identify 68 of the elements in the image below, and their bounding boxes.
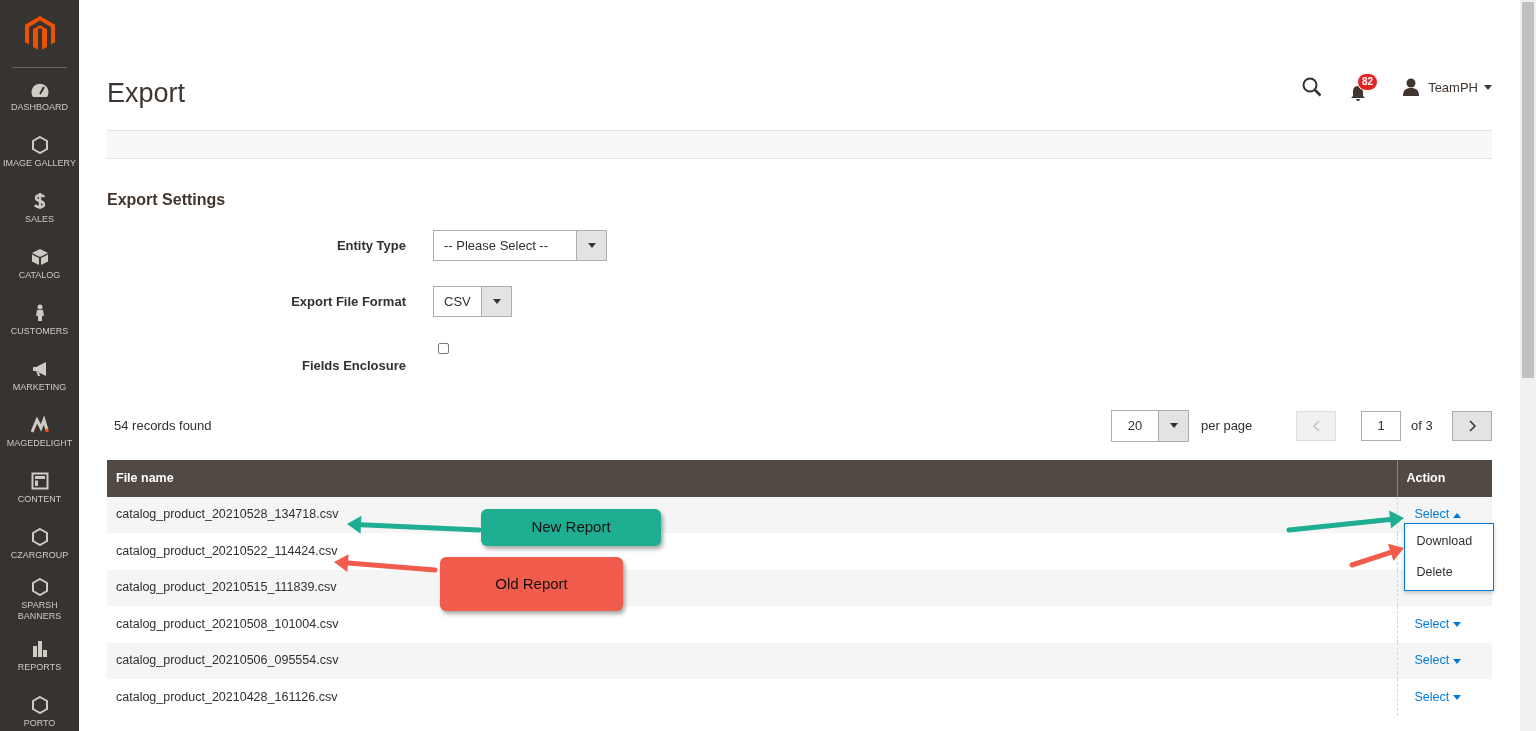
hexagon-icon [30, 578, 49, 597]
sidebar-item[interactable]: CATALOG [0, 236, 79, 292]
select-field[interactable]: CSV [433, 286, 512, 317]
scrollbar[interactable] [1520, 0, 1536, 731]
field-label: Export File Format [290, 292, 407, 311]
sidebar-item[interactable]: REPORTS [0, 628, 79, 684]
zigzag-icon [30, 415, 49, 434]
sidebar-item[interactable]: CONTENT [0, 460, 79, 516]
menu-item[interactable]: Download [1404, 525, 1493, 557]
per-page-select[interactable]: 20 [1111, 409, 1189, 442]
checkbox[interactable] [438, 343, 449, 354]
caret-icon [1452, 622, 1461, 628]
page-input[interactable]: 1 [1361, 410, 1401, 441]
sidebar-item[interactable]: SPARSH BANNERS [0, 572, 79, 628]
callout: New Report [481, 509, 661, 546]
menu-item[interactable]: Delete [1404, 556, 1493, 588]
file-name: catalog_product_20210428_161126.csv [116, 689, 338, 704]
caret-icon [1452, 512, 1461, 518]
megaphone-icon [30, 359, 49, 378]
logo-icon[interactable] [24, 16, 55, 51]
select-link[interactable]: Select [1414, 689, 1461, 704]
sidebar-item[interactable]: PORTO [0, 684, 79, 731]
sidebar-item[interactable]: CZARGROUP [0, 516, 79, 572]
notification-count: 82 [1357, 73, 1379, 91]
page-count: of 3 [1411, 416, 1434, 435]
hexagon-icon [30, 695, 49, 714]
user-icon [1402, 78, 1421, 97]
caret-icon [1452, 658, 1461, 664]
select-field[interactable]: -- Please Select -- [433, 230, 607, 261]
user-menu[interactable]: TeamPH [1402, 77, 1492, 97]
next-page-button[interactable] [1452, 410, 1492, 441]
sidebar-item[interactable]: SALES [0, 180, 79, 236]
arrow [1349, 543, 1404, 568]
notifications-button[interactable]: 82 [1350, 73, 1379, 102]
hexagon-icon [30, 527, 49, 546]
sidebar-item[interactable]: CUSTOMERS [0, 292, 79, 348]
field-label: Fields Enclosure [300, 357, 407, 375]
chevron-left-icon [1312, 419, 1320, 432]
hexagon-icon [30, 135, 49, 154]
file-name: catalog_product_20210506_095554.csv [116, 653, 339, 668]
caret-icon [587, 243, 596, 248]
per-page-label: per page [1201, 416, 1254, 435]
caret-icon [492, 299, 501, 304]
file-name: catalog_product_20210528_134718.csv [116, 507, 339, 522]
file-name: catalog_product_20210522_114424.csv [116, 543, 338, 558]
chevron-right-icon [1468, 419, 1476, 432]
section-title: Export Settings [107, 190, 227, 210]
page-title: Export [107, 80, 186, 107]
sidebar-item[interactable]: IMAGE GALLERY [0, 124, 79, 180]
column-header: File name [107, 459, 1397, 497]
sidebar-item[interactable]: DASHBOARD [0, 68, 79, 124]
select-link[interactable]: Select [1414, 616, 1461, 631]
field-label: Entity Type [335, 236, 407, 255]
caret-icon [1484, 84, 1492, 90]
file-name: catalog_product_20210508_101004.csv [116, 616, 339, 631]
file-name: catalog_product_20210515_111839.csv [116, 580, 337, 595]
sidebar-item[interactable]: MARKETING [0, 348, 79, 404]
sidebar-item[interactable]: MAGEDELIGHT [0, 404, 79, 460]
caret-icon [1452, 695, 1461, 701]
bell-icon [1350, 84, 1367, 101]
box-icon [30, 247, 49, 266]
caret-icon [1169, 423, 1178, 428]
bar-chart-icon [30, 639, 49, 658]
layout-icon [30, 471, 49, 490]
column-header: Action [1397, 459, 1492, 497]
search-icon[interactable] [1302, 77, 1323, 98]
records-count: 54 records found [114, 416, 212, 435]
callout: Old Report [440, 557, 623, 611]
